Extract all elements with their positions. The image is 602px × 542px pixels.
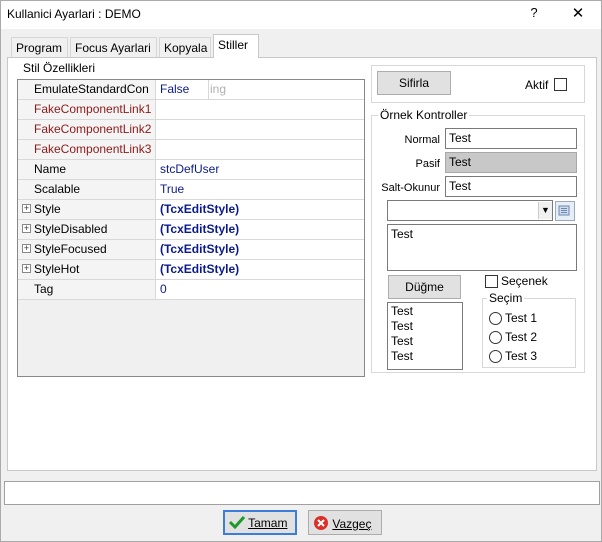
- prop-value[interactable]: (TcxEditStyle): [157, 200, 364, 219]
- tab-stiller[interactable]: Stiller: [213, 34, 259, 58]
- prop-value[interactable]: (TcxEditStyle): [157, 260, 364, 279]
- ok-button[interactable]: Tamam: [223, 510, 297, 535]
- cancel-button[interactable]: Vazgeç: [308, 510, 382, 535]
- list-item[interactable]: Test: [391, 349, 459, 364]
- prop-name: Scalable: [18, 180, 156, 199]
- expand-icon[interactable]: +: [22, 264, 31, 273]
- prop-value[interactable]: (TcxEditStyle): [157, 240, 364, 259]
- prop-name: FakeComponentLink2: [18, 120, 156, 139]
- expand-icon[interactable]: +: [22, 244, 31, 253]
- ok-label: Tamam: [248, 516, 288, 530]
- prop-value[interactable]: True: [157, 180, 364, 199]
- prop-name: Style: [18, 200, 156, 219]
- prop-name: StyleDisabled: [18, 220, 156, 239]
- active-label: Aktif: [525, 78, 549, 92]
- prop-row-fake1[interactable]: FakeComponentLink1: [18, 100, 364, 120]
- secenek-label: Seçenek: [501, 274, 548, 288]
- lookup-icon: [558, 205, 570, 216]
- cancel-x-icon: [314, 516, 328, 530]
- combo-box[interactable]: [387, 200, 553, 221]
- secim-label: Seçim: [487, 291, 525, 305]
- prop-row-name[interactable]: Name stcDefUser: [18, 160, 364, 180]
- prop-value[interactable]: (TcxEditStyle): [157, 220, 364, 239]
- ornek-kontroller-label: Örnek Kontroller: [378, 108, 470, 122]
- radio-test-1[interactable]: [489, 312, 502, 325]
- prop-name: StyleFocused: [18, 240, 156, 259]
- prop-ghost-text: ing: [210, 82, 227, 96]
- prop-value[interactable]: 0: [157, 280, 364, 299]
- settings-dialog: Kullanici Ayarlari : DEMO ? ✕ Program Fo…: [0, 0, 602, 542]
- prop-name: Tag: [18, 280, 156, 299]
- prop-row-stylefocused[interactable]: StyleFocused + (TcxEditStyle): [18, 240, 364, 260]
- prop-name: StyleHot: [18, 260, 156, 279]
- cancel-label: Vazgeç: [332, 517, 372, 531]
- property-grid[interactable]: EmulateStandardCon False ing FakeCompone…: [17, 79, 365, 377]
- prop-row-fake3[interactable]: FakeComponentLink3: [18, 140, 364, 160]
- status-bar: [4, 481, 600, 505]
- list-item[interactable]: Test: [391, 319, 459, 334]
- radio-label-3: Test 3: [505, 349, 538, 363]
- prop-value[interactable]: [157, 100, 364, 119]
- secenek-checkbox[interactable]: [485, 275, 498, 288]
- prop-name: FakeComponentLink1: [18, 100, 156, 119]
- tab-focus-ayarlari[interactable]: Focus Ayarlari: [70, 37, 157, 57]
- dugme-button[interactable]: Düğme: [388, 275, 461, 299]
- close-button[interactable]: ✕: [567, 4, 589, 26]
- stil-ozellikleri-label: Stil Özellikleri: [21, 61, 98, 75]
- prop-row-tag[interactable]: Tag 0: [18, 280, 364, 300]
- memo-field[interactable]: Test: [387, 224, 577, 271]
- list-item[interactable]: Test: [391, 304, 459, 319]
- tab-kopyala[interactable]: Kopyala: [159, 37, 211, 57]
- radio-label-2: Test 2: [505, 330, 538, 344]
- prop-value[interactable]: [157, 120, 364, 139]
- combo-dropdown-icon[interactable]: ▼: [538, 202, 552, 219]
- salt-okunur-input: Test: [445, 176, 577, 197]
- prop-row-stylehot[interactable]: StyleHot + (TcxEditStyle): [18, 260, 364, 280]
- help-button[interactable]: ?: [525, 5, 543, 23]
- prop-name: Name: [18, 160, 156, 179]
- tab-program[interactable]: Program: [11, 37, 68, 57]
- prop-row-style[interactable]: Style + (TcxEditStyle): [18, 200, 364, 220]
- window-title: Kullanici Ayarlari : DEMO: [7, 7, 141, 21]
- prop-row-fake2[interactable]: FakeComponentLink2: [18, 120, 364, 140]
- normal-input[interactable]: Test: [445, 128, 577, 149]
- list-item[interactable]: Test: [391, 334, 459, 349]
- checkmark-icon: [228, 515, 246, 530]
- prop-value[interactable]: stcDefUser: [157, 160, 364, 179]
- pasif-input: Test: [445, 152, 577, 173]
- prop-value[interactable]: False: [157, 80, 209, 99]
- radio-test-3[interactable]: [489, 350, 502, 363]
- prop-value[interactable]: [157, 140, 364, 159]
- title-bar: Kullanici Ayarlari : DEMO ? ✕: [1, 1, 601, 29]
- prop-row-scalable[interactable]: Scalable True: [18, 180, 364, 200]
- prop-row-emulate[interactable]: EmulateStandardCon False ing: [18, 80, 364, 100]
- normal-label: Normal: [404, 134, 440, 146]
- expand-icon[interactable]: +: [22, 204, 31, 213]
- lookup-button-icon[interactable]: [555, 201, 575, 221]
- salt-okunur-label: Salt-Okunur: [381, 182, 440, 194]
- active-checkbox[interactable]: [554, 78, 567, 91]
- prop-name: FakeComponentLink3: [18, 140, 156, 159]
- reset-button[interactable]: Sifirla: [377, 71, 451, 95]
- radio-label-1: Test 1: [505, 311, 538, 325]
- pasif-label: Pasif: [415, 158, 440, 170]
- radio-test-2[interactable]: [489, 331, 502, 344]
- prop-row-styledisabled[interactable]: StyleDisabled + (TcxEditStyle): [18, 220, 364, 240]
- prop-name: EmulateStandardCon: [18, 80, 156, 99]
- expand-icon[interactable]: +: [22, 224, 31, 233]
- test-list-box[interactable]: Test Test Test Test: [387, 302, 463, 370]
